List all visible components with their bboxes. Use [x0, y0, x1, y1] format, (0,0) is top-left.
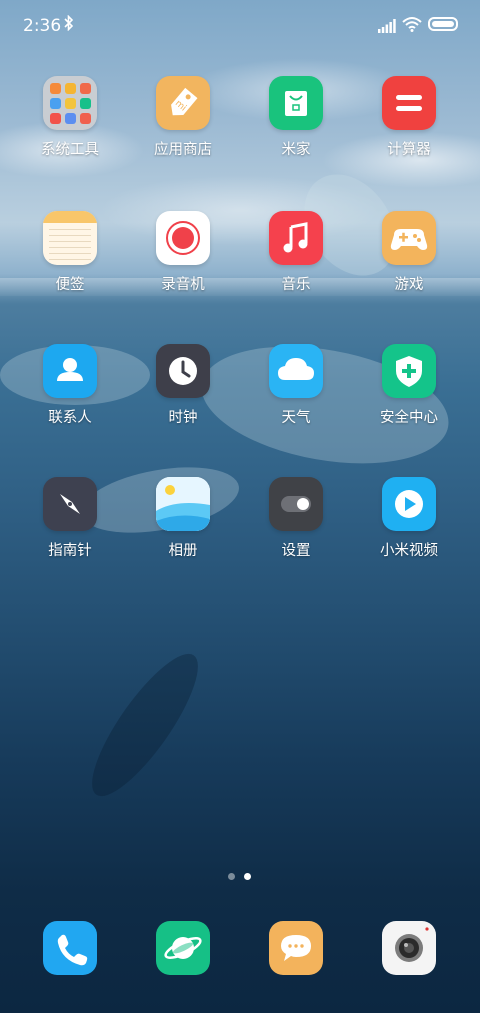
app-label: 天气 [281, 410, 311, 426]
app-shopping-bag[interactable]: 米家 [241, 76, 351, 159]
app-label: 应用商店 [154, 142, 212, 158]
camera-icon[interactable] [382, 921, 436, 975]
app-label: 录音机 [161, 277, 205, 293]
play-icon[interactable] [382, 477, 436, 531]
folder-icon[interactable] [43, 76, 97, 130]
cloud-icon[interactable] [269, 344, 323, 398]
wallpaper-dolphin [75, 641, 215, 809]
signal-icon [378, 18, 396, 33]
app-notepad[interactable]: 便签 [15, 211, 125, 294]
app-person[interactable]: 联系人 [15, 344, 125, 427]
app-cloud[interactable]: 天气 [241, 344, 351, 427]
app-label: 米家 [281, 142, 311, 158]
app-label: 相册 [168, 543, 198, 559]
app-equals[interactable]: 计算器 [354, 76, 464, 159]
app-label: 游戏 [394, 277, 424, 293]
status-bar: 2:36 [0, 0, 480, 52]
app-toggle[interactable]: 设置 [241, 477, 351, 560]
price-tag-icon[interactable]: mi [156, 76, 210, 130]
status-time: 2:36 [23, 16, 62, 36]
app-label: 时钟 [168, 410, 198, 426]
page-dot[interactable] [228, 873, 235, 880]
app-label: 音乐 [281, 277, 311, 293]
app-compass[interactable]: 指南针 [15, 477, 125, 560]
app-label: 设置 [281, 543, 311, 559]
app-label: 便签 [55, 277, 85, 293]
bluetooth-icon [64, 14, 74, 35]
record-icon[interactable] [156, 211, 210, 265]
music-note-icon[interactable] [269, 211, 323, 265]
app-music-note[interactable]: 音乐 [241, 211, 351, 294]
dock [0, 921, 480, 975]
app-label: 计算器 [387, 142, 431, 158]
app-label: 指南针 [48, 543, 92, 559]
battery-icon [428, 17, 458, 31]
page-dot-current[interactable] [244, 873, 251, 880]
app-label: 联系人 [48, 410, 92, 426]
page-indicator [228, 872, 258, 882]
app-gallery[interactable]: 相册 [128, 477, 238, 560]
app-play[interactable]: 小米视频 [354, 477, 464, 560]
message-bubble-icon[interactable] [269, 921, 323, 975]
app-folder[interactable]: 系统工具 [15, 76, 125, 159]
notepad-icon[interactable] [43, 211, 97, 265]
wifi-icon [402, 16, 422, 32]
equals-icon[interactable] [382, 76, 436, 130]
app-clock[interactable]: 时钟 [128, 344, 238, 427]
app-gamepad[interactable]: 游戏 [354, 211, 464, 294]
gamepad-icon[interactable] [382, 211, 436, 265]
app-label: 安全中心 [380, 410, 438, 426]
clock-icon[interactable] [156, 344, 210, 398]
phone-icon[interactable] [43, 921, 97, 975]
app-label: 系统工具 [41, 142, 99, 158]
app-shield[interactable]: 安全中心 [354, 344, 464, 427]
browser-planet-icon[interactable] [156, 921, 210, 975]
gallery-icon[interactable] [156, 477, 210, 531]
person-icon[interactable] [43, 344, 97, 398]
compass-icon[interactable] [43, 477, 97, 531]
app-price-tag[interactable]: mi 应用商店 [128, 76, 238, 159]
app-label: 小米视频 [380, 543, 438, 559]
shopping-bag-icon[interactable] [269, 76, 323, 130]
toggle-icon[interactable] [269, 477, 323, 531]
shield-icon[interactable] [382, 344, 436, 398]
app-record[interactable]: 录音机 [128, 211, 238, 294]
